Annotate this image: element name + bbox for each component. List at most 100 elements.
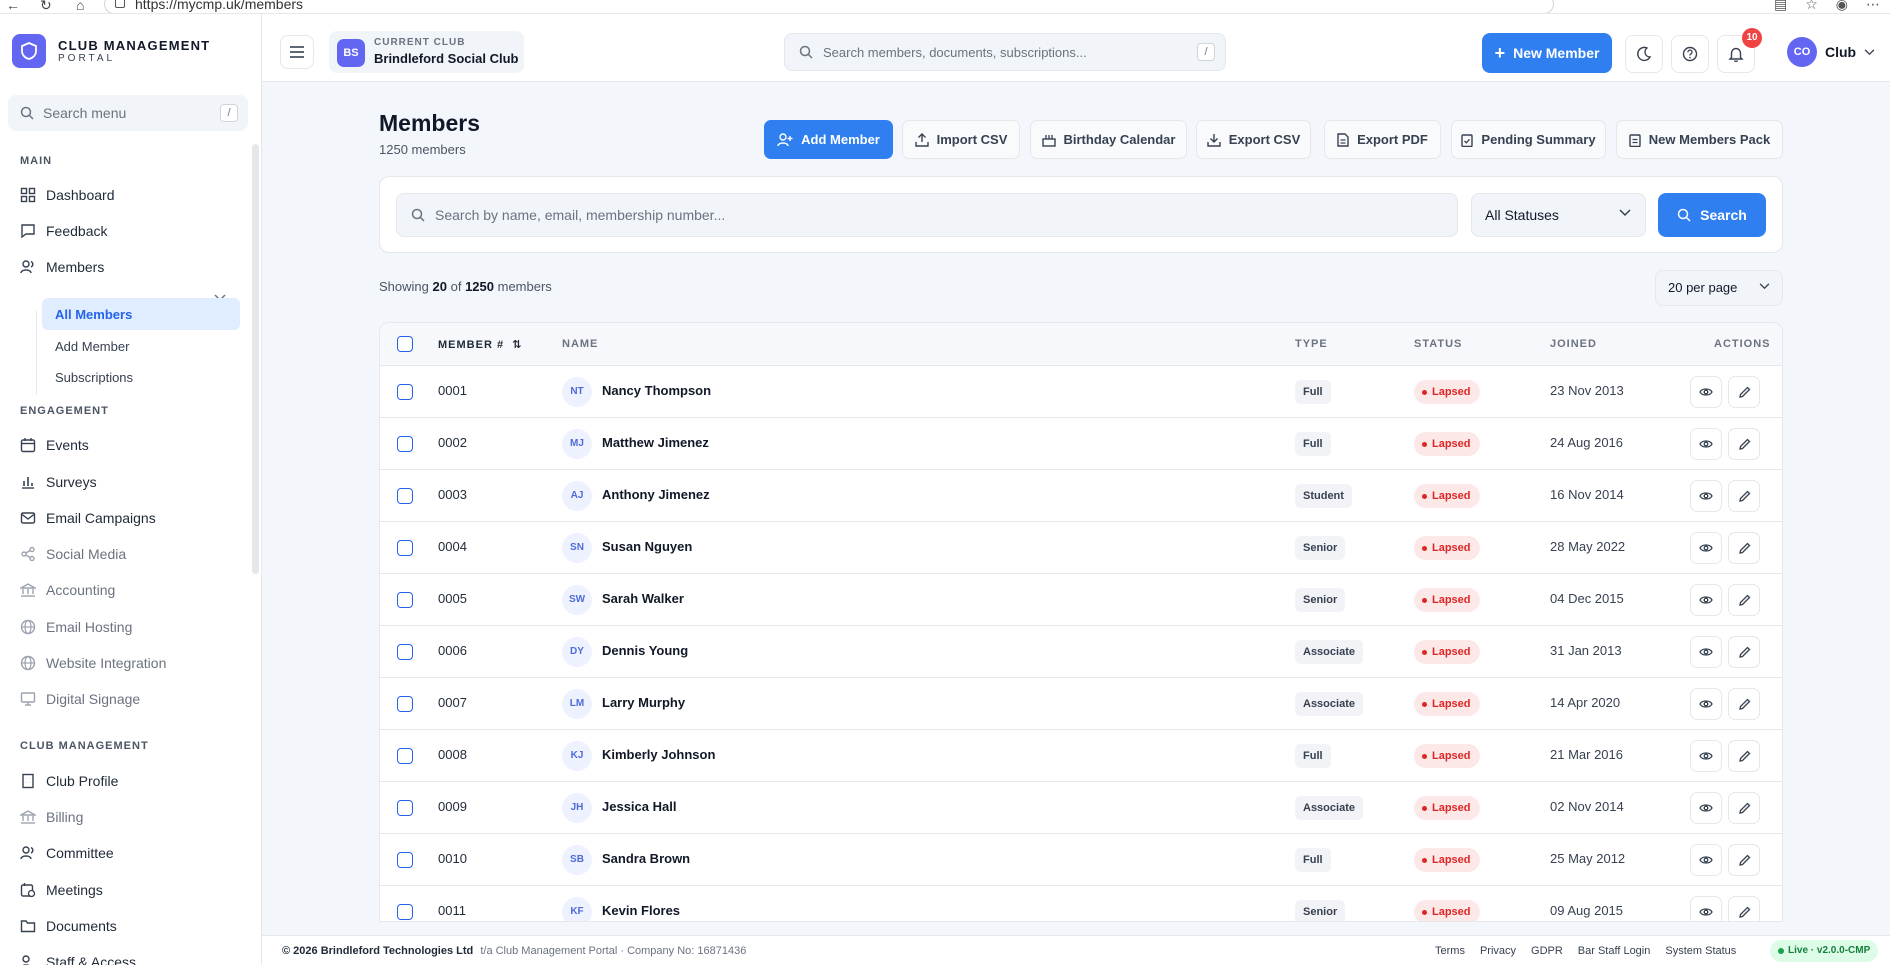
member-name[interactable]: Sandra Brown [602, 851, 690, 866]
view-button[interactable] [1690, 688, 1722, 720]
sidebar-item-documents[interactable]: Documents [20, 915, 117, 937]
select-all-checkbox[interactable] [397, 336, 413, 352]
sidebar-item-digital-signage[interactable]: Digital Signage [20, 688, 140, 710]
more-icon[interactable]: ⋯ [1866, 0, 1880, 13]
status-filter-select[interactable]: All Statuses [1471, 193, 1646, 237]
pending-summary-button[interactable]: Pending Summary [1451, 120, 1606, 159]
global-search-input[interactable]: Search members, documents, subscriptions… [784, 33, 1226, 71]
edit-button[interactable] [1728, 896, 1760, 921]
edit-button[interactable] [1728, 636, 1760, 668]
current-club-switcher[interactable]: BS CURRENT CLUB Brindleford Social Club [329, 31, 524, 73]
view-button[interactable] [1690, 376, 1722, 408]
row-checkbox[interactable] [397, 748, 413, 764]
export-pdf-button[interactable]: Export PDF [1324, 120, 1441, 159]
add-member-button[interactable]: Add Member [764, 120, 893, 159]
member-name[interactable]: Dennis Young [602, 643, 688, 658]
notifications-button[interactable]: 10 [1717, 28, 1762, 73]
member-name[interactable]: Matthew Jimenez [602, 435, 709, 450]
column-member-number[interactable]: MEMBER # ⇅ [438, 338, 522, 351]
sidebar-item-committee[interactable]: Committee [20, 842, 114, 864]
view-button[interactable] [1690, 428, 1722, 460]
sidebar-item-add-member[interactable]: Add Member [42, 330, 240, 362]
star-icon[interactable]: ☆ [1805, 0, 1818, 13]
sidebar-item-members[interactable]: Members [20, 256, 104, 278]
edit-button[interactable] [1728, 376, 1760, 408]
row-checkbox[interactable] [397, 800, 413, 816]
menu-toggle-button[interactable] [280, 35, 314, 69]
user-menu[interactable]: CO Club [1787, 37, 1875, 67]
sidebar-item-billing[interactable]: Billing [20, 806, 83, 828]
sidebar-item-all-members[interactable]: All Members [42, 298, 240, 330]
row-checkbox[interactable] [397, 592, 413, 608]
view-button[interactable] [1690, 844, 1722, 876]
sidebar-search[interactable]: Search menu / [8, 95, 248, 131]
privacy-link[interactable]: Privacy [1480, 945, 1516, 957]
row-checkbox[interactable] [397, 644, 413, 660]
row-checkbox[interactable] [397, 852, 413, 868]
sidebar-item-dashboard[interactable]: Dashboard [20, 184, 115, 206]
reload-icon[interactable]: ↻ [40, 0, 52, 13]
home-icon[interactable]: ⌂ [76, 0, 84, 13]
member-name[interactable]: Larry Murphy [602, 695, 685, 710]
row-checkbox[interactable] [397, 904, 413, 920]
search-button[interactable]: Search [1658, 193, 1766, 237]
edit-button[interactable] [1728, 688, 1760, 720]
row-checkbox[interactable] [397, 540, 413, 556]
view-button[interactable] [1690, 584, 1722, 616]
sidebar-item-staff-access[interactable]: Staff & Access [20, 951, 136, 965]
sidebar-item-email-campaigns[interactable]: Email Campaigns [20, 507, 156, 529]
sidebar-item-meetings[interactable]: Meetings [20, 879, 103, 901]
birthday-calendar-button[interactable]: Birthday Calendar [1030, 120, 1187, 159]
sidebar-item-website-integration[interactable]: Website Integration [20, 652, 166, 674]
view-button[interactable] [1690, 896, 1722, 921]
reader-icon[interactable]: ▤ [1774, 0, 1787, 13]
sidebar-item-events[interactable]: Events [20, 434, 89, 456]
gdpr-link[interactable]: GDPR [1531, 945, 1563, 957]
extension-icon[interactable]: ◉ [1836, 0, 1848, 13]
import-csv-button[interactable]: Import CSV [902, 120, 1020, 159]
sidebar-scrollbar[interactable] [252, 144, 259, 574]
member-name[interactable]: Kevin Flores [602, 903, 680, 918]
export-csv-button[interactable]: Export CSV [1196, 120, 1311, 159]
brand[interactable]: CLUB MANAGEMENT PORTAL [12, 34, 210, 68]
view-button[interactable] [1690, 792, 1722, 824]
edit-button[interactable] [1728, 792, 1760, 824]
view-button[interactable] [1690, 740, 1722, 772]
edit-button[interactable] [1728, 480, 1760, 512]
row-checkbox[interactable] [397, 436, 413, 452]
edit-button[interactable] [1728, 428, 1760, 460]
sidebar-item-social-media[interactable]: Social Media [20, 543, 126, 565]
address-bar[interactable]: https://mycmp.uk/members [104, 0, 1554, 13]
theme-toggle-button[interactable] [1625, 35, 1663, 73]
bar-staff-login-link[interactable]: Bar Staff Login [1578, 945, 1651, 957]
member-name[interactable]: Kimberly Johnson [602, 747, 715, 762]
member-name[interactable]: Sarah Walker [602, 591, 684, 606]
member-name[interactable]: Anthony Jimenez [602, 487, 710, 502]
row-checkbox[interactable] [397, 488, 413, 504]
sidebar-item-email-hosting[interactable]: Email Hosting [20, 616, 132, 638]
sidebar-item-subscriptions[interactable]: Subscriptions [42, 361, 240, 393]
sidebar-item-surveys[interactable]: Surveys [20, 471, 97, 493]
sidebar-item-club-profile[interactable]: Club Profile [20, 770, 118, 792]
row-checkbox[interactable] [397, 384, 413, 400]
system-status-link[interactable]: System Status [1665, 945, 1736, 957]
edit-button[interactable] [1728, 844, 1760, 876]
new-members-pack-button[interactable]: New Members Pack [1616, 120, 1783, 159]
terms-link[interactable]: Terms [1435, 945, 1465, 957]
row-checkbox[interactable] [397, 696, 413, 712]
member-search-input[interactable]: Search by name, email, membership number… [396, 193, 1458, 237]
sidebar-item-feedback[interactable]: Feedback [20, 220, 107, 242]
edit-button[interactable] [1728, 584, 1760, 616]
member-name[interactable]: Nancy Thompson [602, 383, 711, 398]
help-button[interactable] [1671, 35, 1709, 73]
view-button[interactable] [1690, 480, 1722, 512]
back-icon[interactable]: ← [6, 0, 20, 13]
sidebar-item-accounting[interactable]: Accounting [20, 579, 115, 601]
new-member-button[interactable]: + New Member [1482, 33, 1612, 73]
view-button[interactable] [1690, 532, 1722, 564]
view-button[interactable] [1690, 636, 1722, 668]
per-page-select[interactable]: 20 per page [1655, 270, 1783, 306]
edit-button[interactable] [1728, 532, 1760, 564]
edit-button[interactable] [1728, 740, 1760, 772]
member-name[interactable]: Jessica Hall [602, 799, 676, 814]
